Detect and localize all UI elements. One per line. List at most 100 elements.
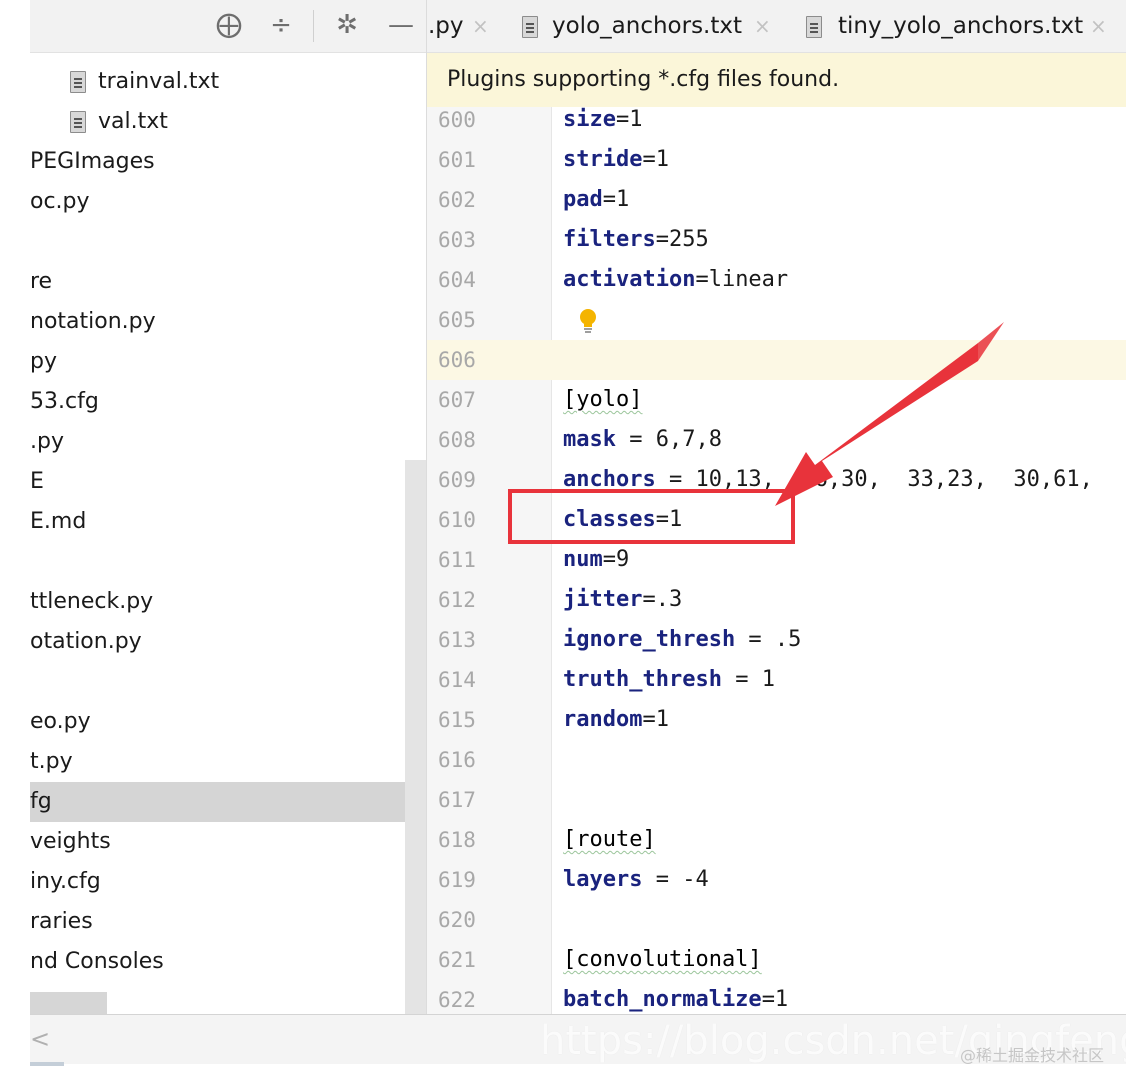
tree-item[interactable]	[30, 662, 408, 702]
project-tree-horizontal-scrollbar[interactable]	[30, 992, 107, 1014]
tree-item[interactable]: eo.py	[30, 702, 408, 742]
code-text: filters=255	[563, 220, 709, 260]
tab-yolo-anchors[interactable]: yolo_anchors.txt ×	[522, 0, 792, 52]
code-line[interactable]: 607 [yolo]	[427, 380, 1126, 420]
line-number: 608	[438, 428, 476, 452]
code-line[interactable]: 616	[427, 740, 1126, 780]
tree-item[interactable]: E.md	[30, 502, 408, 542]
minimize-icon[interactable]: —	[386, 10, 416, 40]
editor-tab-bar: .py × yolo_anchors.txt × tiny_yolo_ancho…	[426, 0, 1126, 53]
code-line[interactable]: 613 ignore_thresh = .5	[427, 620, 1126, 660]
line-number: 610	[438, 508, 476, 532]
tree-item[interactable]: oc.py	[30, 182, 408, 222]
code-text: num=9	[563, 540, 629, 580]
line-number: 601	[438, 148, 476, 172]
tree-item-label: val.txt	[98, 109, 168, 134]
code-line[interactable]: 617	[427, 780, 1126, 820]
code-text: activation=linear	[563, 260, 788, 300]
code-text: size=1	[563, 100, 642, 140]
code-line[interactable]: 620	[427, 900, 1126, 940]
tree-item[interactable]: trainval.txt	[30, 62, 408, 102]
code-line[interactable]: 603 filters=255	[427, 220, 1126, 260]
project-tree-scrollbar[interactable]	[405, 460, 426, 1016]
tree-item[interactable]: t.py	[30, 742, 408, 782]
line-number: 614	[438, 668, 476, 692]
tree-item-label: otation.py	[30, 629, 142, 654]
tree-item-label: .py	[30, 429, 64, 454]
lightbulb-icon[interactable]	[577, 308, 599, 334]
tab-label: .py	[428, 13, 464, 39]
code-line[interactable]: 615 random=1	[427, 700, 1126, 740]
tree-item[interactable]: PEGImages	[30, 142, 408, 182]
tree-item[interactable]: veights	[30, 822, 408, 862]
close-icon[interactable]: ×	[472, 0, 489, 52]
tree-item[interactable]: ttleneck.py	[30, 582, 408, 622]
code-line[interactable]: 611 num=9	[427, 540, 1126, 580]
config-value: =.3	[642, 587, 683, 612]
crosshair-icon[interactable]: ⨁	[214, 10, 244, 40]
config-key: filters	[563, 227, 656, 252]
config-key: size	[563, 107, 616, 132]
code-line[interactable]: 606	[427, 340, 1126, 380]
tree-item[interactable]: fg	[30, 782, 426, 822]
code-line[interactable]: 612 jitter=.3	[427, 580, 1126, 620]
tree-item-label: E.md	[30, 509, 87, 534]
config-key: random	[563, 707, 643, 732]
config-value: =1	[602, 187, 630, 212]
tree-item[interactable]: nd Consoles	[30, 942, 408, 982]
tab-label: tiny_yolo_anchors.txt	[838, 13, 1084, 39]
tree-item[interactable]: iny.cfg	[30, 862, 408, 902]
code-line[interactable]: 601 stride=1	[427, 140, 1126, 180]
line-number: 602	[438, 188, 476, 212]
config-value: =1	[642, 707, 669, 732]
code-line[interactable]: 600 size=1	[427, 100, 1126, 140]
code-line[interactable]: 621 [convolutional]	[427, 940, 1126, 980]
tree-item-label: 53.cfg	[30, 389, 99, 414]
tree-item[interactable]: raries	[30, 902, 408, 942]
tree-item-label: ttleneck.py	[30, 589, 154, 614]
close-icon[interactable]: ×	[1090, 0, 1107, 52]
tree-item-label: trainval.txt	[98, 69, 220, 94]
code-text: mask = 6,7,8	[563, 420, 722, 460]
line-number: 604	[438, 268, 476, 292]
code-text: layers = -4	[563, 860, 709, 900]
code-line[interactable]: 614 truth_thresh = 1	[427, 660, 1126, 700]
code-line[interactable]: 602 pad=1	[427, 180, 1126, 220]
line-number: 603	[438, 228, 476, 252]
tree-item[interactable]: 53.cfg	[30, 382, 408, 422]
tab-tiny-yolo-anchors[interactable]: tiny_yolo_anchors.txt ×	[806, 0, 1126, 52]
collapse-icon[interactable]: ÷	[266, 10, 296, 40]
bottom-scroll-thumb[interactable]	[30, 1062, 64, 1066]
tree-item-label: fg	[30, 789, 52, 814]
code-text: random=1	[563, 700, 669, 740]
tree-item[interactable]: val.txt	[30, 102, 408, 142]
tree-item[interactable]	[30, 542, 408, 582]
gear-icon[interactable]: ✲	[332, 10, 362, 40]
close-icon[interactable]: ×	[754, 0, 771, 52]
config-value: =1	[761, 987, 789, 1012]
toolbar-divider	[313, 10, 314, 42]
tree-item-label: t.py	[30, 749, 73, 774]
tab-py-file[interactable]: .py ×	[426, 0, 516, 52]
tree-item[interactable]: re	[30, 262, 408, 302]
tree-item[interactable]	[30, 222, 408, 262]
config-key: ignore_thresh	[563, 627, 736, 652]
line-number: 609	[438, 468, 476, 492]
tree-item[interactable]: E	[30, 462, 408, 502]
code-line[interactable]: 605	[427, 300, 1126, 340]
code-line[interactable]: 618 [route]	[427, 820, 1126, 860]
tree-item-label: notation.py	[30, 309, 156, 334]
tree-item-label: py	[30, 349, 57, 374]
tree-item[interactable]: otation.py	[30, 622, 408, 662]
tree-item[interactable]: notation.py	[30, 302, 408, 342]
line-number: 605	[438, 308, 476, 332]
chevron-left-icon[interactable]: <	[30, 1024, 50, 1054]
line-number: 615	[438, 708, 476, 732]
code-line[interactable]: 619 layers = -4	[427, 860, 1126, 900]
tree-item[interactable]: .py	[30, 422, 408, 462]
code-line[interactable]: 604 activation=linear	[427, 260, 1126, 300]
code-line[interactable]: 608 mask = 6,7,8	[427, 420, 1126, 460]
config-key: truth_thresh	[563, 667, 722, 692]
config-value: =1	[615, 107, 643, 132]
tree-item[interactable]: py	[30, 342, 408, 382]
